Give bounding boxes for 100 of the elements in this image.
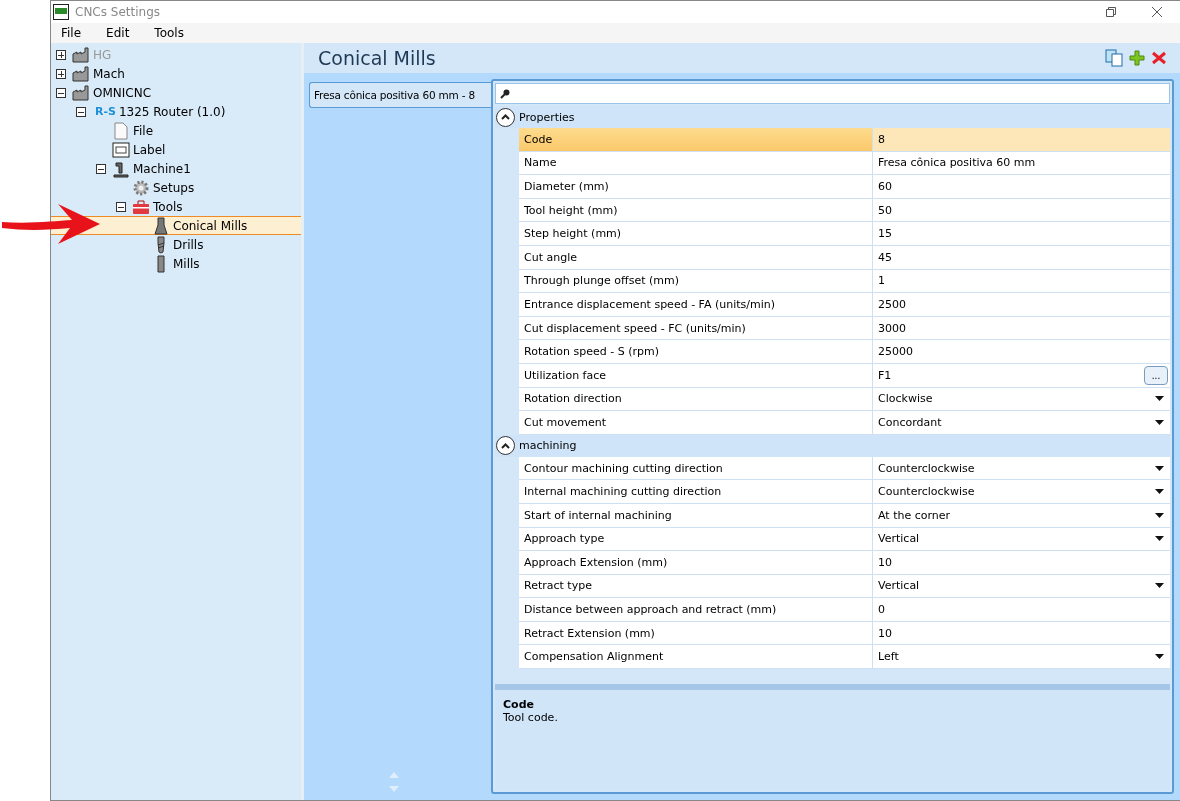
property-name[interactable]: Cut movement <box>519 411 873 434</box>
dropdown-caret-icon[interactable] <box>1155 396 1164 402</box>
label-icon <box>112 140 130 159</box>
search-icon <box>500 88 510 99</box>
dropdown-caret-icon[interactable] <box>1155 536 1164 542</box>
property-name[interactable]: Compensation Alignment <box>519 645 873 669</box>
category-header[interactable]: Properties <box>495 106 1170 128</box>
property-value[interactable]: Counterclockwise <box>873 480 1170 503</box>
tree-item[interactable]: Mach <box>51 64 301 83</box>
tree-item[interactable]: File <box>51 121 301 140</box>
add-icon <box>1129 50 1145 66</box>
property-value[interactable]: 0 <box>873 598 1170 621</box>
search-field[interactable] <box>495 83 1170 104</box>
tree-label: Tools <box>153 199 183 214</box>
tree-label: Drills <box>173 237 204 252</box>
property-name[interactable]: Retract Extension (mm) <box>519 621 873 645</box>
property-name[interactable]: Contour machining cutting direction <box>519 456 873 480</box>
tree-logo: R-S <box>95 105 116 118</box>
property-value[interactable]: 10 <box>873 551 1170 574</box>
tree-item[interactable]: R-S 1325 Router (1.0) <box>51 102 301 121</box>
property-name[interactable]: Diameter (mm) <box>519 175 873 198</box>
dropdown-caret-icon[interactable] <box>1155 583 1164 589</box>
tree-label: Mach <box>93 66 125 81</box>
property-value[interactable]: Vertical <box>873 574 1170 598</box>
property-name[interactable]: Retract type <box>519 574 873 598</box>
property-name[interactable]: Rotation direction <box>519 387 873 411</box>
property-name[interactable]: Approach type <box>519 527 873 551</box>
property-name[interactable]: Distance between approach and retract (mm) <box>519 598 873 621</box>
copy-button[interactable] <box>1102 49 1126 67</box>
conical-mill-icon <box>152 216 170 235</box>
property-value[interactable]: 45 <box>873 245 1170 269</box>
expand-icon[interactable] <box>56 68 66 79</box>
tree-label: Label <box>133 142 166 157</box>
property-value[interactable]: F1 ... <box>873 363 1170 387</box>
property-name[interactable]: Utilization face <box>519 363 873 387</box>
dropdown-caret-icon[interactable] <box>1155 512 1164 518</box>
menu-item[interactable]: File <box>55 26 93 40</box>
property-value[interactable]: 50 <box>873 198 1170 222</box>
tree-item[interactable]: Drills <box>51 235 301 254</box>
window-title: CNCs Settings <box>75 5 162 19</box>
dropdown-caret-icon[interactable] <box>1155 654 1164 660</box>
property-value[interactable]: 2500 <box>873 293 1170 316</box>
property-name[interactable]: Through plunge offset (mm) <box>519 269 873 293</box>
property-value[interactable]: Concordant <box>873 411 1170 434</box>
close-icon <box>1152 7 1162 17</box>
collapse-icon[interactable] <box>496 436 515 456</box>
property-value[interactable]: 3000 <box>873 316 1170 340</box>
list-item[interactable]: Fresa cônica positiva 60 mm - 8 <box>309 82 491 108</box>
category-label: Properties <box>519 110 575 124</box>
property-name[interactable]: Cut displacement speed - FC (units/min) <box>519 316 873 340</box>
menu-item[interactable]: Edit <box>100 26 141 40</box>
property-value[interactable]: Counterclockwise <box>873 456 1170 480</box>
factory-icon <box>72 83 90 102</box>
property-name[interactable]: Start of internal machining <box>519 503 873 527</box>
property-value[interactable]: 25000 <box>873 340 1170 363</box>
tree-label: 1325 Router (1.0) <box>118 104 226 119</box>
ellipsis-button[interactable]: ... <box>1144 365 1168 385</box>
collapse-icon[interactable] <box>96 163 106 174</box>
dropdown-caret-icon[interactable] <box>1155 489 1164 495</box>
property-name[interactable]: Entrance displacement speed - FA (units/min) <box>519 293 873 316</box>
property-name[interactable]: Rotation speed - S (rpm) <box>519 340 873 363</box>
tree-label: Machine1 <box>133 161 191 176</box>
dropdown-caret-icon[interactable] <box>1155 465 1164 471</box>
property-name[interactable]: Approach Extension (mm) <box>519 551 873 574</box>
collapse-icon[interactable] <box>76 106 86 117</box>
property-value[interactable]: 10 <box>873 621 1170 645</box>
tree-item[interactable]: Setups <box>51 178 301 197</box>
property-name[interactable]: Step height (mm) <box>519 222 873 245</box>
property-value[interactable]: Fresa cônica positiva 60 mm <box>873 151 1170 175</box>
property-name[interactable]: Code <box>519 128 873 151</box>
collapse-icon[interactable] <box>56 87 66 98</box>
property-name[interactable]: Tool height (mm) <box>519 198 873 222</box>
property-value[interactable]: Clockwise <box>873 387 1170 411</box>
property-name[interactable]: Cut angle <box>519 245 873 269</box>
copy-icon <box>1105 49 1123 67</box>
property-value[interactable]: 60 <box>873 175 1170 198</box>
tree-item[interactable]: Machine1 <box>51 159 301 178</box>
property-name[interactable]: Internal machining cutting direction <box>519 480 873 503</box>
gear-icon <box>132 178 150 197</box>
property-value[interactable]: At the corner <box>873 503 1170 527</box>
property-value[interactable]: Left <box>873 645 1170 669</box>
add-button[interactable] <box>1126 50 1148 66</box>
tree-item[interactable]: Mills <box>51 254 301 273</box>
tree-item[interactable]: Tools <box>51 197 301 216</box>
property-value[interactable]: 15 <box>873 222 1170 245</box>
dropdown-caret-icon[interactable] <box>1155 419 1164 425</box>
menu-item[interactable]: Tools <box>148 26 195 40</box>
property-value[interactable]: 8 <box>873 128 1170 151</box>
machine-icon <box>112 159 130 178</box>
tree-item[interactable]: OMNICNC <box>51 83 301 102</box>
tree-item[interactable]: Label <box>51 140 301 159</box>
tree-label: Conical Mills <box>173 218 248 233</box>
tree-label: File <box>133 123 154 138</box>
collapse-icon[interactable] <box>116 201 126 212</box>
property-value[interactable]: Vertical <box>873 527 1170 551</box>
property-value[interactable]: 1 <box>873 269 1170 293</box>
tree-label: Mills <box>173 256 200 271</box>
collapse-icon[interactable] <box>496 107 515 127</box>
property-name[interactable]: Name <box>519 151 873 175</box>
category-header[interactable]: machining <box>495 434 1170 457</box>
